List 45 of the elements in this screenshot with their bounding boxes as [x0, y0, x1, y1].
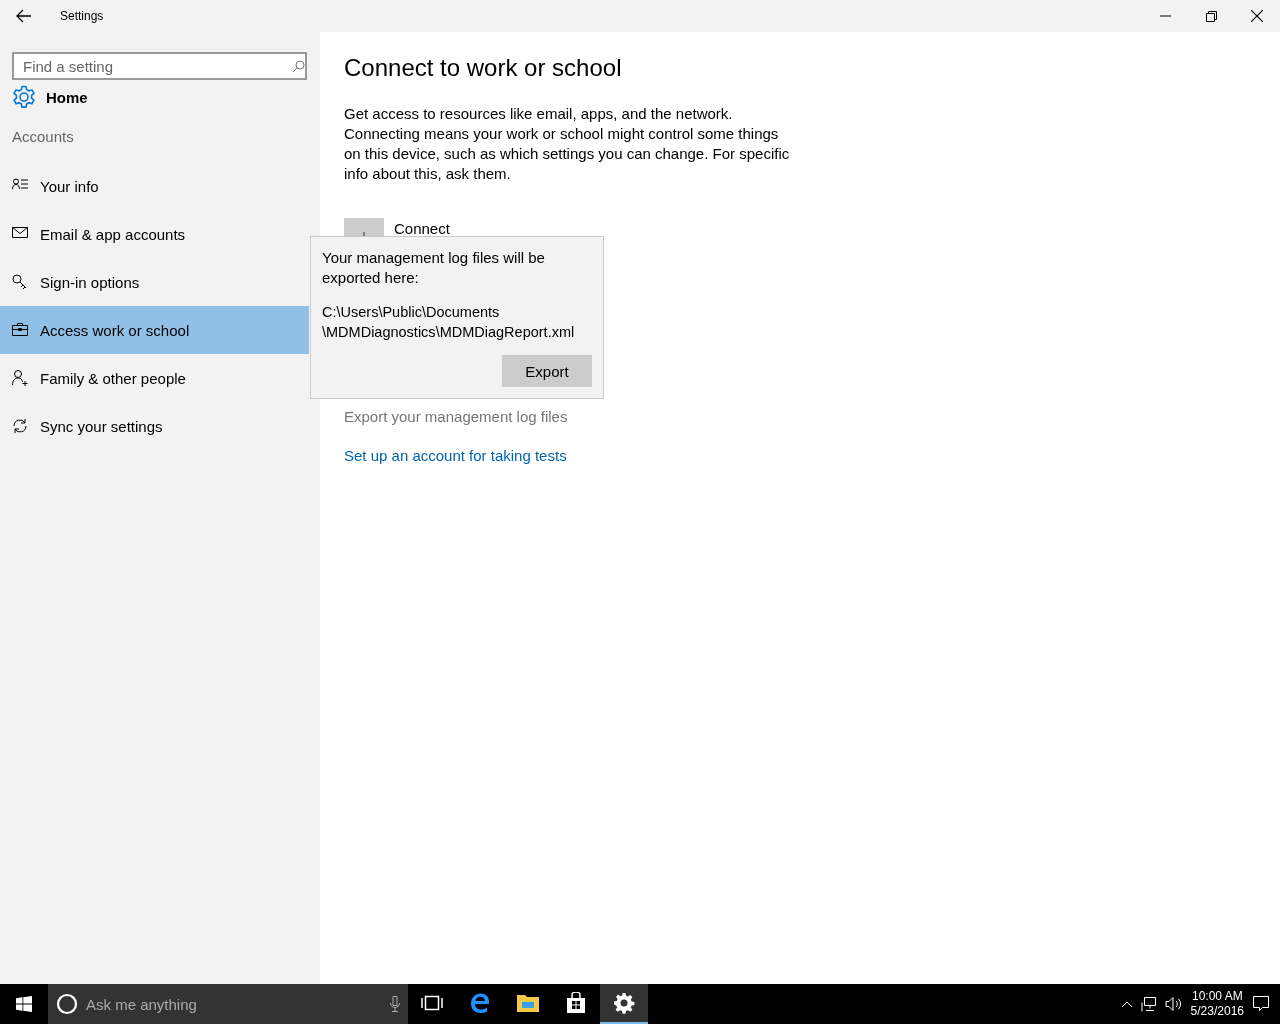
- restore-icon: [1205, 10, 1217, 22]
- clock-time: 10:00 AM: [1191, 989, 1243, 1004]
- close-icon: [1251, 10, 1263, 22]
- nav-item[interactable]: Your info: [0, 162, 309, 210]
- back-arrow-icon: [16, 9, 32, 23]
- search-box[interactable]: Find a setting: [12, 52, 307, 80]
- nav-item[interactable]: Sync your settings: [0, 402, 309, 450]
- taskbar-search-field[interactable]: Ask me anything: [84, 984, 384, 1024]
- nav-item[interactable]: Family & other people: [0, 354, 309, 402]
- gear-icon: [12, 85, 36, 109]
- home-link[interactable]: Home: [0, 80, 320, 114]
- page-title: Connect to work or school: [344, 54, 623, 82]
- minimize-icon: [1159, 15, 1171, 17]
- person-add-icon: [12, 370, 28, 386]
- notification-icon: [1252, 995, 1270, 1013]
- microphone-icon: [390, 996, 400, 1012]
- chevron-up-icon: [1120, 1000, 1133, 1008]
- nav-item[interactable]: Access work or school: [0, 306, 309, 354]
- circle-icon: [56, 993, 78, 1015]
- clock-date: 5/23/2016: [1190, 1004, 1244, 1019]
- task-view-icon: [421, 995, 443, 1011]
- taskbar-app[interactable]: [600, 984, 648, 1024]
- taskbar-search-box[interactable]: Ask me anything: [48, 984, 408, 1024]
- export-log-link[interactable]: Export your management log files: [344, 408, 568, 425]
- speaker-icon: [1164, 996, 1183, 1012]
- export-button[interactable]: Export: [502, 355, 592, 387]
- windows-logo-icon: [16, 996, 32, 1012]
- window-title: Settings: [60, 9, 105, 23]
- briefcase-icon: [12, 322, 28, 338]
- key-icon: [12, 274, 28, 290]
- network-icon: [1140, 996, 1157, 1012]
- file-path: C:\Users\Public\Documents\MDMDiagnostics\MDMDiagReport.xml: [322, 303, 576, 342]
- sync-icon: [12, 418, 28, 434]
- shopping-bag-icon: [566, 992, 586, 1014]
- section-heading: Accounts: [11, 127, 75, 147]
- nav-item[interactable]: Sign-in options: [0, 258, 309, 306]
- flyout-message: Your management log files will be exported here:: [322, 248, 546, 288]
- browser-e-icon: [469, 992, 491, 1014]
- search-field[interactable]: Find a setting: [14, 54, 292, 78]
- folder-icon: [517, 994, 539, 1012]
- description-text: Get access to resources like email, apps, and the network. Connecting means your work or school might control some things on this device, such as which settings you can change. For specific info about this, ask them.: [344, 104, 791, 184]
- test-account-link[interactable]: Set up an account for taking tests: [344, 447, 567, 464]
- search-icon: [292, 59, 305, 73]
- gear-icon: [613, 992, 635, 1014]
- nav-item[interactable]: Email & app accounts: [0, 210, 309, 258]
